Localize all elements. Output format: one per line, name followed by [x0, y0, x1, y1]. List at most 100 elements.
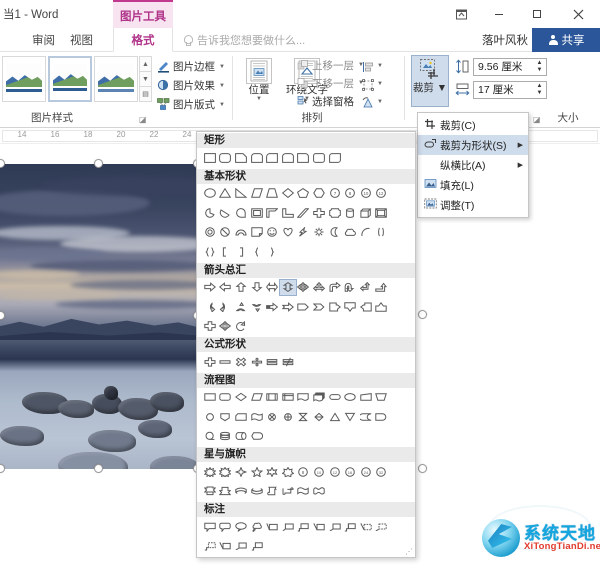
shape-cloud[interactable] [342, 225, 358, 241]
shape-line-callout-1-accent[interactable] [311, 519, 327, 535]
shape-line-callout-3-border-accent[interactable] [249, 539, 265, 555]
shape-folded-corner[interactable] [249, 225, 265, 241]
shape-flowchart-magnetic-disk[interactable] [218, 429, 234, 445]
shape-curved-down-ribbon[interactable] [249, 484, 265, 500]
tell-me-box[interactable]: 告诉我您想要做什么... [182, 28, 305, 52]
rotate-objects-button[interactable]: ▼ [362, 94, 388, 109]
shape-flowchart-punched-tape[interactable] [249, 409, 265, 425]
shape-heptagon[interactable]: 7 [327, 186, 343, 202]
shape-flowchart-predefined-process[interactable] [264, 390, 280, 406]
shape-plaque[interactable] [327, 205, 343, 221]
shape-flowchart-connector[interactable] [202, 409, 218, 425]
chevron-down-icon[interactable]: ▼ [219, 102, 225, 108]
selection-handle-bottom-left[interactable] [0, 464, 5, 473]
shape-equal-sign[interactable] [264, 354, 280, 370]
shape-flowchart-manual-input[interactable] [358, 390, 374, 406]
shape-snip-same-side-corner[interactable] [249, 150, 265, 166]
shape-line-callout-3-accent[interactable] [342, 519, 358, 535]
shape-snip-diagonal-corner[interactable] [264, 150, 280, 166]
shape-flowchart-sequential-access[interactable] [202, 429, 218, 445]
shape-up-down-arrow[interactable] [280, 280, 296, 296]
close-icon[interactable] [556, 0, 600, 28]
tab-view[interactable]: 视图 [62, 28, 101, 52]
shape-star-4-point[interactable] [233, 464, 249, 480]
shape-pentagon[interactable] [296, 186, 312, 202]
shape-right-arrow-callout[interactable] [327, 299, 343, 315]
shape-right-arrow[interactable] [202, 280, 218, 296]
frame-handle-right-lower[interactable] [418, 464, 427, 473]
shape-bent-arrow[interactable] [327, 280, 343, 296]
gallery-resize-grip[interactable]: ⋰ [405, 547, 413, 556]
shape-oval[interactable] [202, 186, 218, 202]
shape-l-shape[interactable] [280, 205, 296, 221]
share-button[interactable]: 共享 [532, 28, 600, 52]
shape-moon[interactable] [327, 225, 343, 241]
shape-division-sign[interactable] [249, 354, 265, 370]
shape-down-ribbon[interactable] [218, 484, 234, 500]
shape-trapezoid[interactable] [264, 186, 280, 202]
shape-braces-pair[interactable] [202, 244, 218, 260]
shape-cross[interactable] [311, 205, 327, 221]
shape-explosion-2[interactable] [218, 464, 234, 480]
shape-flowchart-extract[interactable] [327, 409, 343, 425]
shape-horizontal-scroll[interactable] [280, 484, 296, 500]
shape-curved-right-arrow[interactable] [202, 299, 218, 315]
picture-style-option[interactable] [48, 56, 92, 102]
shape-chord[interactable] [218, 205, 234, 221]
shape-round-same-side-corner[interactable] [311, 150, 327, 166]
shape-curved-left-arrow[interactable] [218, 299, 234, 315]
shape-star-32-point[interactable]: 32 [374, 464, 390, 480]
shape-curved-down-arrow[interactable] [249, 299, 265, 315]
shape-up-arrow[interactable] [233, 280, 249, 296]
shape-isosceles-triangle[interactable] [218, 186, 234, 202]
shape-flowchart-or[interactable] [280, 409, 296, 425]
shape-flowchart-data[interactable] [249, 390, 265, 406]
chevron-down-icon[interactable]: ▼ [219, 83, 225, 89]
shape-left-arrow-callout[interactable] [358, 299, 374, 315]
shape-striped-right-arrow[interactable] [264, 299, 280, 315]
gallery-scroll-down-icon[interactable]: ▼ [139, 71, 152, 86]
shape-curved-up-arrow[interactable] [233, 299, 249, 315]
picture-border-button[interactable]: 图片边框 ▼ [157, 59, 225, 74]
shape-line-callout-1-border-accent[interactable] [218, 539, 234, 555]
shape-flowchart-merge[interactable] [342, 409, 358, 425]
shape-donut[interactable] [202, 225, 218, 241]
account-name[interactable]: 落叶风秋 [482, 28, 528, 52]
picture-effects-button[interactable]: 图片效果 ▼ [157, 78, 225, 93]
gallery-more-icon[interactable]: ▤ [139, 86, 152, 102]
shape-rectangular-callout[interactable] [202, 519, 218, 535]
shape-star-12-point[interactable]: 12 [327, 464, 343, 480]
shape-line-callout-2-border-accent[interactable] [233, 539, 249, 555]
shape-not-equal-sign[interactable] [280, 354, 296, 370]
shape-bevel[interactable] [374, 205, 390, 221]
shape-flowchart-delay[interactable] [374, 409, 390, 425]
shape-rectangle[interactable] [202, 150, 218, 166]
shape-right-triangle[interactable] [233, 186, 249, 202]
shape-diagonal-stripe[interactable] [296, 205, 312, 221]
shape-octagon[interactable]: 8 [342, 186, 358, 202]
shape-line-callout-1-no-border[interactable] [358, 519, 374, 535]
shape-up-ribbon[interactable] [202, 484, 218, 500]
menu-item-crop[interactable]: 裁剪(C) [418, 115, 528, 135]
menu-item-fit[interactable]: 调整(T) [418, 195, 528, 215]
shape-half-frame[interactable] [264, 205, 280, 221]
ribbon-display-options-icon[interactable] [442, 0, 480, 28]
shape-right-bracket[interactable] [233, 244, 249, 260]
shape-line-callout-2[interactable] [280, 519, 296, 535]
shape-brackets-pair[interactable] [374, 225, 390, 241]
chevron-down-icon[interactable]: ▼ [377, 81, 383, 87]
shape-curved-up-ribbon[interactable] [233, 484, 249, 500]
shape-no-symbol[interactable] [218, 225, 234, 241]
shape-star-7-point[interactable] [280, 464, 296, 480]
shape-left-arrow[interactable] [218, 280, 234, 296]
shape-notched-right-arrow[interactable] [280, 299, 296, 315]
shape-arc[interactable] [358, 225, 374, 241]
shape-minus-sign[interactable] [218, 354, 234, 370]
shape-decagon[interactable]: 10 [358, 186, 374, 202]
shape-height-spinner[interactable]: ▲▼ [534, 60, 545, 74]
shape-line-callout-3-no-border[interactable] [202, 539, 218, 555]
menu-item-aspect-ratio[interactable]: 纵横比(A) ▶ [418, 155, 528, 175]
shape-round-single-corner[interactable] [296, 150, 312, 166]
selected-picture[interactable] [0, 164, 198, 469]
shape-plus-sign[interactable] [202, 354, 218, 370]
